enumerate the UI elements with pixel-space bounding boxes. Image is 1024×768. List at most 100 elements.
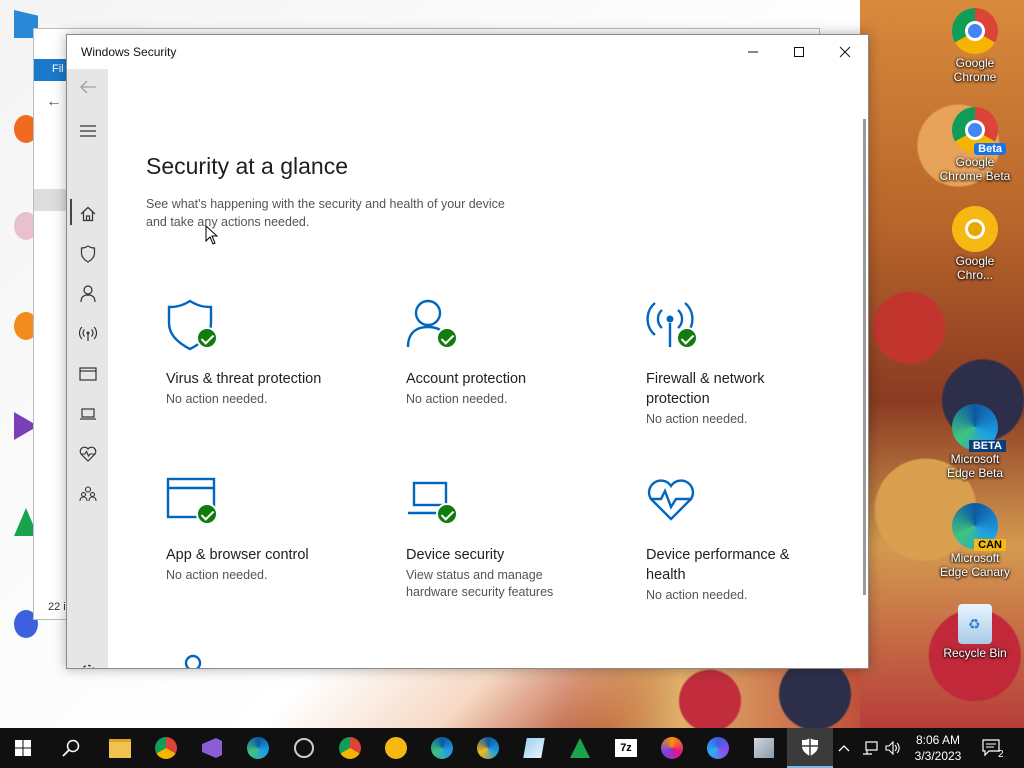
laptop-icon xyxy=(79,408,96,420)
taskbar-edge-beta[interactable] xyxy=(419,728,465,768)
notification-center[interactable]: 2 xyxy=(982,728,1010,768)
desktop-icon-label: Recycle Bin xyxy=(943,646,1007,660)
taskbar: 7z 8:06 AM 3/3/2023 2 xyxy=(0,728,1024,768)
taskbar-edge[interactable] xyxy=(235,728,281,768)
nav-account-protection[interactable] xyxy=(67,276,108,312)
taskbar-file-explorer[interactable] xyxy=(97,728,143,768)
taskbar-visual-studio[interactable] xyxy=(189,728,235,768)
taskbar-firefox-nightly[interactable] xyxy=(695,728,741,768)
taskbar-app-green[interactable] xyxy=(557,728,603,768)
page-title: Security at a glance xyxy=(146,153,349,179)
show-hidden-icons[interactable] xyxy=(838,728,850,768)
system-clock[interactable]: 8:06 AM 3/3/2023 xyxy=(906,732,970,764)
desktop-icon-edge-beta[interactable]: BETA Microsoft Edge Beta xyxy=(938,404,1012,480)
taskbar-firefox[interactable] xyxy=(649,728,695,768)
check-icon xyxy=(196,327,218,349)
window-title: Windows Security xyxy=(81,45,177,59)
desktop-icon-chrome-canary[interactable]: Google Chro... xyxy=(938,206,1012,282)
heart-pulse-icon xyxy=(646,475,702,531)
search-icon xyxy=(62,739,80,757)
desktop-icon-google-chrome[interactable]: Google Chrome xyxy=(938,8,1012,84)
nav-virus-threat-protection[interactable] xyxy=(67,236,108,272)
wifi-signal-icon xyxy=(646,299,702,355)
card-device-performance-health[interactable]: Device performance & health No action nee… xyxy=(646,475,866,604)
nav-device-security[interactable] xyxy=(67,396,108,432)
nav-device-performance-health[interactable] xyxy=(67,436,108,472)
card-title: Virus & threat protection xyxy=(166,371,322,387)
card-status: No action needed. xyxy=(406,392,508,406)
hamburger-menu-button[interactable] xyxy=(67,113,108,149)
firefox-icon xyxy=(661,737,683,759)
person-icon xyxy=(79,285,96,303)
card-title: Account protection xyxy=(406,371,527,387)
maximize-button[interactable] xyxy=(776,35,822,69)
card-firewall-network-protection[interactable]: Firewall & network protection No action n… xyxy=(646,299,866,428)
seven-zip-icon: 7z xyxy=(615,739,637,757)
desktop-icon-chrome-beta[interactable]: Beta Google Chrome Beta xyxy=(938,107,1012,183)
selected-item[interactable] xyxy=(34,189,68,211)
item-count: 22 i xyxy=(48,601,66,613)
browser-window-icon xyxy=(78,367,97,381)
title-bar[interactable]: Windows Security xyxy=(67,35,868,69)
taskbar-obs[interactable] xyxy=(281,728,327,768)
navigation-sidebar xyxy=(67,69,108,668)
taskbar-chrome-beta[interactable] xyxy=(327,728,373,768)
edge-icon xyxy=(247,737,269,759)
back-button[interactable] xyxy=(67,69,108,105)
nav-family-options[interactable] xyxy=(67,476,108,512)
desktop-icon-edge-canary[interactable]: CAN Microsoft Edge Canary xyxy=(938,503,1012,579)
edge-beta-icon: BETA xyxy=(952,404,1006,452)
card-account-protection[interactable]: Account protection No action needed. xyxy=(406,299,626,408)
card-status: View status and manage hardware security … xyxy=(406,568,554,599)
start-button[interactable] xyxy=(0,728,46,768)
taskbar-windows-security[interactable] xyxy=(787,728,833,768)
edge-beta-icon xyxy=(431,737,453,759)
shield-icon xyxy=(802,738,818,756)
close-button[interactable] xyxy=(822,35,868,69)
taskbar-7zip[interactable]: 7z xyxy=(603,728,649,768)
taskbar-app-tools[interactable] xyxy=(741,728,787,768)
desktop-wallpaper-fruit xyxy=(560,660,860,728)
canary-badge: CAN xyxy=(974,539,1006,551)
visual-studio-icon xyxy=(202,738,222,758)
person-icon xyxy=(406,299,462,355)
volume-indicator[interactable] xyxy=(885,728,901,768)
desktop-icon-recycle-bin[interactable]: ♻ Recycle Bin xyxy=(938,604,1012,660)
nav-settings[interactable] xyxy=(67,654,108,668)
back-arrow-icon[interactable]: ← xyxy=(46,93,62,111)
card-family-options[interactable] xyxy=(166,653,386,668)
card-status: No action needed. xyxy=(166,568,268,582)
family-icon xyxy=(166,653,222,668)
chrome-canary-icon xyxy=(952,206,998,252)
check-icon xyxy=(436,327,458,349)
chrome-icon xyxy=(155,737,177,759)
card-status: No action needed. xyxy=(166,392,268,406)
minimize-button[interactable] xyxy=(730,35,776,69)
tools-icon xyxy=(754,738,774,758)
card-virus-threat-protection[interactable]: Virus & threat protection No action need… xyxy=(166,299,386,408)
network-icon xyxy=(863,741,878,755)
network-indicator[interactable] xyxy=(862,728,878,768)
scrollbar[interactable] xyxy=(863,119,866,595)
check-icon xyxy=(436,503,458,525)
hamburger-menu-icon xyxy=(79,125,96,137)
app-icon xyxy=(523,738,545,758)
taskbar-app[interactable] xyxy=(511,728,557,768)
edge-canary-icon: CAN xyxy=(952,503,1006,551)
search-button[interactable] xyxy=(48,728,94,768)
heart-pulse-icon xyxy=(79,446,96,462)
nav-app-browser-control[interactable] xyxy=(67,356,108,392)
chrome-beta-icon xyxy=(339,737,361,759)
nav-firewall-network[interactable] xyxy=(67,316,108,352)
taskbar-edge-canary[interactable] xyxy=(465,728,511,768)
firefox-nightly-icon xyxy=(707,737,729,759)
card-app-browser-control[interactable]: App & browser control No action needed. xyxy=(166,475,386,584)
taskbar-chrome-canary[interactable] xyxy=(373,728,419,768)
edge-canary-icon xyxy=(477,737,499,759)
mouse-cursor-icon xyxy=(205,225,219,245)
nav-home[interactable] xyxy=(67,196,108,232)
taskbar-chrome[interactable] xyxy=(143,728,189,768)
card-device-security[interactable]: Device security View status and manage ha… xyxy=(406,475,626,601)
app-icon-green xyxy=(570,738,590,758)
windows-security-window[interactable]: Windows Security Security at a glance Se… xyxy=(66,34,869,669)
